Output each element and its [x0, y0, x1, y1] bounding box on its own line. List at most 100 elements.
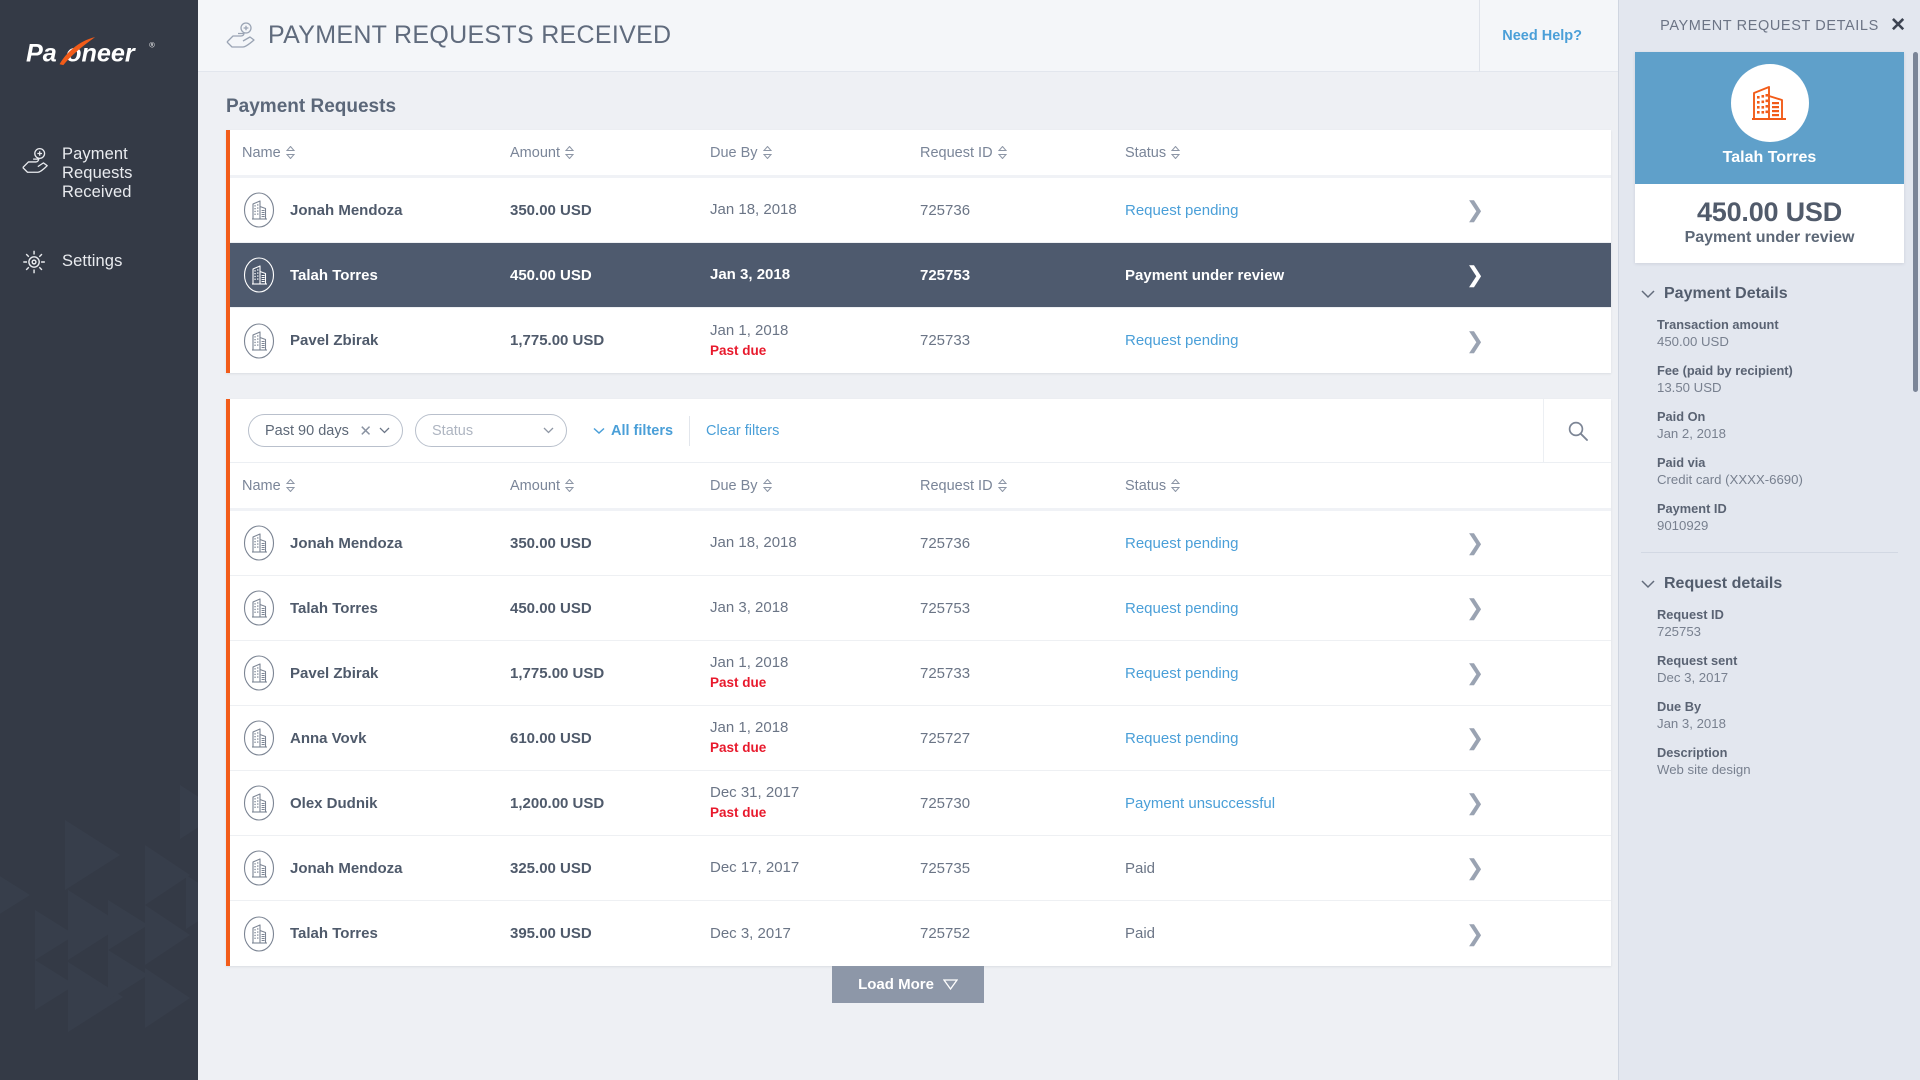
column-label: Name — [242, 477, 281, 494]
past-due-badge: Past due — [710, 675, 767, 690]
row-amount: 610.00 USD — [510, 729, 592, 747]
row-expand-button[interactable]: ❯ — [1445, 532, 1505, 554]
row-request-id: 725736 — [920, 534, 971, 552]
cell-amount: 395.00 USD — [510, 925, 710, 942]
table-row[interactable]: Olex Dudnik 1,200.00 USD Dec 31, 2017 Past … — [230, 771, 1611, 836]
row-expand-button[interactable]: ❯ — [1445, 727, 1505, 749]
status-filter[interactable]: Status — [415, 414, 567, 447]
row-due-date: Jan 3, 2018 — [710, 599, 789, 616]
page-header: PAYMENT REQUESTS RECEIVED Need Help? — [198, 0, 1618, 72]
row-amount: 1,775.00 USD — [510, 332, 605, 349]
svg-text:oneer: oneer — [66, 39, 136, 67]
row-expand-button[interactable]: ❯ — [1445, 792, 1505, 814]
cell-request-id: 725736 — [920, 202, 1125, 219]
date-range-filter[interactable]: Past 90 days ✕ — [248, 414, 403, 447]
table-row[interactable]: Jonah Mendoza 350.00 USD Jan 18, 2018 72573… — [230, 511, 1611, 576]
column-header-amount[interactable]: Amount — [510, 145, 710, 161]
cell-due-by: Dec 31, 2017 Past due — [710, 784, 920, 822]
table-row[interactable]: Jonah Mendoza 350.00 USD Jan 18, 2018 72573… — [230, 178, 1611, 243]
row-status[interactable]: Request pending — [1125, 665, 1238, 682]
table-row[interactable]: Anna Vovk 610.00 USD Jan 1, 2018 Past due 72… — [230, 706, 1611, 771]
column-header-due-by[interactable]: Due By — [710, 478, 920, 494]
building-icon — [243, 720, 275, 756]
search-button[interactable] — [1543, 399, 1611, 462]
payment-requests-list-card: Past 90 days ✕ Status All filters Clear … — [226, 399, 1611, 966]
details-section-header[interactable]: Request details — [1641, 575, 1898, 593]
row-due-date: Jan 18, 2018 — [710, 534, 797, 551]
column-header-request-id[interactable]: Request ID — [920, 478, 1125, 494]
column-header-amount[interactable]: Amount — [510, 478, 710, 494]
column-header-status[interactable]: Status — [1125, 478, 1445, 494]
sort-icon — [762, 479, 772, 492]
sidebar-item-payment-requests-received[interactable]: Payment Requests Received — [0, 136, 198, 211]
cell-request-id: 725733 — [920, 665, 1125, 682]
cell-name: Talah Torres — [242, 589, 510, 627]
sort-icon — [997, 479, 1007, 492]
column-header-name[interactable]: Name — [242, 478, 510, 494]
column-label: Status — [1125, 144, 1167, 161]
building-icon — [243, 192, 275, 228]
table-row[interactable]: Talah Torres 450.00 USD Jan 3, 2018 725753 R… — [230, 576, 1611, 641]
row-due-date: Jan 1, 2018 — [710, 321, 789, 339]
gear-icon — [23, 250, 45, 274]
cell-name: Olex Dudnik — [242, 784, 510, 822]
column-header-request-id[interactable]: Request ID — [920, 145, 1125, 161]
clear-date-filter-icon[interactable]: ✕ — [359, 422, 372, 440]
row-status[interactable]: Request pending — [1125, 600, 1238, 617]
sort-icon — [285, 146, 295, 159]
row-expand-button[interactable]: ❯ — [1445, 922, 1505, 945]
row-status[interactable]: Payment unsuccessful — [1125, 795, 1275, 812]
cell-name: Talah Torres — [242, 915, 510, 953]
cell-status: Request pending — [1125, 535, 1445, 552]
column-header-due-by[interactable]: Due By — [710, 145, 920, 161]
table-row[interactable]: Talah Torres 395.00 USD Dec 3, 2017 725752 P… — [230, 901, 1611, 966]
row-name: Pavel Zbirak — [290, 332, 379, 349]
detail-field-value: Jan 3, 2018 — [1657, 716, 1726, 731]
detail-field-label: Description — [1657, 745, 1728, 760]
table-row[interactable]: Pavel Zbirak 1,775.00 USD Jan 1, 2018 Past … — [230, 641, 1611, 706]
row-expand-button[interactable]: ❯ — [1445, 329, 1505, 352]
cell-request-id: 725752 — [920, 925, 1125, 942]
table-body-list: Jonah Mendoza 350.00 USD Jan 18, 2018 72573… — [230, 511, 1611, 966]
cell-due-by: Jan 18, 2018 — [710, 534, 920, 552]
close-icon[interactable]: ✕ — [1890, 16, 1906, 35]
clear-filters-button[interactable]: Clear filters — [706, 423, 779, 439]
detail-field: Request ID 725753 — [1657, 607, 1898, 639]
column-header-status[interactable]: Status — [1125, 145, 1445, 161]
row-expand-button[interactable]: ❯ — [1445, 662, 1505, 684]
row-request-id: 725753 — [920, 266, 971, 284]
table-row[interactable]: Talah Torres 450.00 USD Jan 3, 2018 725753 P… — [230, 243, 1611, 308]
row-amount: 350.00 USD — [510, 201, 592, 219]
sort-icon — [762, 146, 772, 159]
cell-name: Jonah Mendoza — [242, 191, 510, 229]
detail-field-value: 9010929 — [1657, 518, 1709, 533]
chevron-right-icon: ❯ — [1465, 855, 1485, 880]
row-expand-button[interactable]: ❯ — [1445, 199, 1505, 221]
all-filters-button[interactable]: All filters — [593, 423, 673, 439]
table-row[interactable]: Jonah Mendoza 325.00 USD Dec 17, 2017 72573… — [230, 836, 1611, 901]
row-expand-button[interactable]: ❯ — [1445, 597, 1505, 619]
need-help-link[interactable]: Need Help? — [1502, 28, 1582, 44]
building-icon — [243, 655, 275, 691]
detail-field-value: Jan 2, 2018 — [1657, 426, 1726, 441]
table-row[interactable]: Pavel Zbirak 1,775.00 USD Jan 1, 2018 Past … — [230, 308, 1611, 373]
row-status[interactable]: Request pending — [1125, 332, 1238, 349]
avatar — [1730, 64, 1809, 142]
row-request-id: 725735 — [920, 859, 971, 877]
column-header-name[interactable]: Name — [242, 145, 510, 161]
triangle-down-icon — [942, 979, 958, 990]
sidebar-item-settings[interactable]: Settings — [0, 237, 198, 286]
details-section-header[interactable]: Payment Details — [1641, 285, 1898, 303]
row-expand-button[interactable]: ❯ — [1445, 264, 1505, 286]
filter-bar: Past 90 days ✕ Status All filters Clear … — [230, 399, 1611, 463]
row-status[interactable]: Request pending — [1125, 202, 1238, 219]
details-panel-scrollbar[interactable] — [1913, 52, 1918, 392]
load-more-button[interactable]: Load More — [832, 966, 984, 1003]
details-section-title: Payment Details — [1664, 285, 1788, 302]
row-status[interactable]: Request pending — [1125, 535, 1238, 552]
row-status[interactable]: Request pending — [1125, 730, 1238, 747]
details-section-separator — [1641, 552, 1898, 553]
row-expand-button[interactable]: ❯ — [1445, 857, 1505, 879]
svg-text:®: ® — [149, 40, 155, 49]
payoneer-logo[interactable]: Pa oneer ® — [0, 0, 198, 78]
